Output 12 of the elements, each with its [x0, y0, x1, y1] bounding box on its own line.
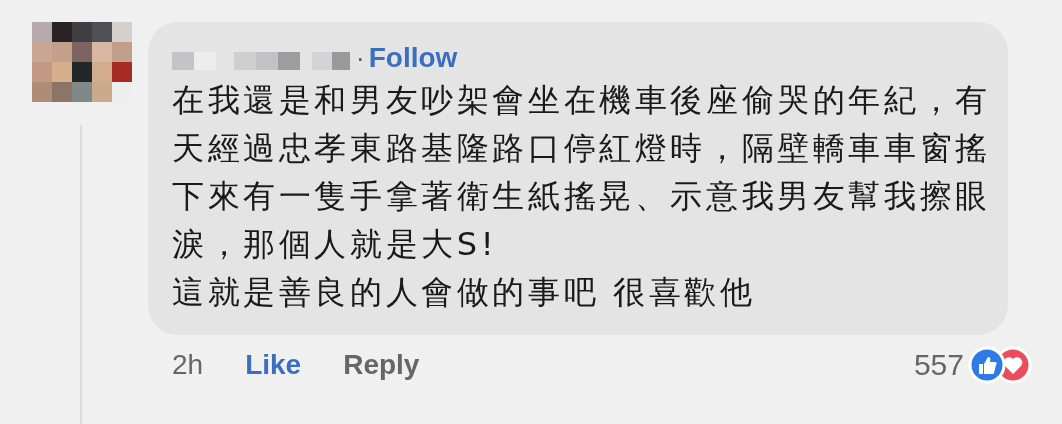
reply-link[interactable]: Reply — [343, 349, 420, 381]
timestamp: 2h — [172, 349, 204, 381]
reaction-count: 557 — [913, 348, 964, 382]
reaction-icons[interactable] — [968, 346, 1032, 384]
comment-text-line: 天經過忠孝東路基隆路口停紅燈時，隔壁轎車車窗搖 — [172, 128, 992, 169]
like-link[interactable]: Like — [245, 349, 302, 381]
separator-dot: · — [356, 42, 365, 74]
comment-text-line: 下來有一隻手拿著衛生紙搖晃、示意我男友幫我擦眼 — [172, 176, 992, 217]
comment-text-line: 淚，那個人就是大S! — [172, 224, 499, 265]
comment-text-line: 這就是善良的人會做的事吧 很喜歡他 — [172, 272, 757, 313]
comment-text-line: 在我還是和男友吵架會坐在機車後座偷哭的年紀，有 — [172, 80, 992, 121]
follow-link[interactable]: Follow — [368, 42, 458, 74]
